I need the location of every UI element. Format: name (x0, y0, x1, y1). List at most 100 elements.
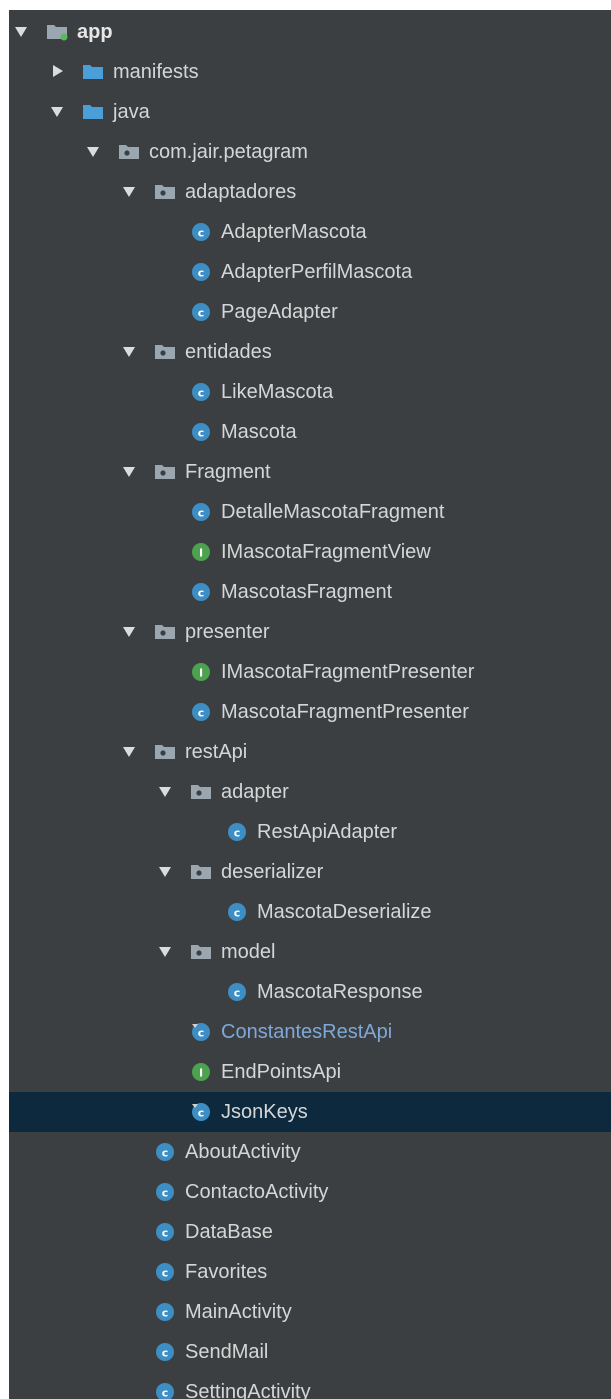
expand-arrow-down-icon[interactable] (155, 781, 177, 803)
package-icon (189, 781, 213, 803)
package-icon (189, 941, 213, 963)
class-icon: c (189, 381, 213, 403)
tree-node[interactable]: adapter (9, 772, 611, 812)
tree-node[interactable]: c DataBase (9, 1212, 611, 1252)
tree-node[interactable]: c Mascota (9, 412, 611, 452)
tree-node[interactable]: c AboutActivity (9, 1132, 611, 1172)
tree-node-label: SendMail (185, 1341, 269, 1363)
svg-text:c: c (198, 427, 205, 440)
tree-node[interactable]: c MascotaFragmentPresenter (9, 692, 611, 732)
expand-arrow-down-icon[interactable] (155, 861, 177, 883)
tree-node[interactable]: manifests (9, 52, 611, 92)
source-folder-icon (81, 61, 105, 83)
tree-node-label: ConstantesRestApi (221, 1021, 393, 1043)
tree-node-label: DataBase (185, 1221, 273, 1243)
package-icon (189, 861, 213, 883)
expand-arrow-down-icon[interactable] (119, 181, 141, 203)
expand-arrow-down-icon[interactable] (47, 101, 69, 123)
source-folder-icon (81, 101, 105, 123)
tree-node[interactable]: c LikeMascota (9, 372, 611, 412)
tree-node[interactable]: c ContactoActivity (9, 1172, 611, 1212)
tree-node[interactable]: c DetalleMascotaFragment (9, 492, 611, 532)
class-icon: c (189, 581, 213, 603)
expand-arrow-down-icon[interactable] (11, 21, 33, 43)
expand-arrow-down-icon[interactable] (119, 461, 141, 483)
svg-text:c: c (162, 1347, 169, 1360)
class-icon: c (189, 421, 213, 443)
collapse-arrow-right-icon[interactable] (47, 61, 69, 83)
tree-node[interactable]: presenter (9, 612, 611, 652)
expand-arrow-down-icon[interactable] (155, 941, 177, 963)
tree-node-label: entidades (185, 341, 272, 363)
expand-arrow-down-icon[interactable] (83, 141, 105, 163)
tree-node-label: presenter (185, 621, 270, 643)
tree-node-label: MascotaDeserialize (257, 901, 432, 923)
tree-node-label: AboutActivity (185, 1141, 301, 1163)
tree-node[interactable]: app (9, 12, 611, 52)
svg-text:c: c (162, 1267, 169, 1280)
package-icon (117, 141, 141, 163)
tree-node[interactable]: c Favorites (9, 1252, 611, 1292)
tree-node-label: JsonKeys (221, 1101, 308, 1123)
tree-node-label: deserializer (221, 861, 324, 883)
svg-text:I: I (199, 1067, 203, 1080)
tree-node-label: MascotasFragment (221, 581, 393, 603)
static-class-icon: c (189, 1101, 213, 1123)
tree-node[interactable]: I IMascotaFragmentView (9, 532, 611, 572)
tree-node-label: model (221, 941, 276, 963)
tree-node-label: Favorites (185, 1261, 268, 1283)
tree-node-label: IMascotaFragmentView (221, 541, 431, 563)
svg-text:c: c (162, 1227, 169, 1240)
tree-node[interactable]: c AdapterPerfilMascota (9, 252, 611, 292)
class-icon: c (153, 1261, 177, 1283)
tree-node[interactable]: c ConstantesRestApi (9, 1012, 611, 1052)
class-icon: c (225, 821, 249, 843)
svg-text:I: I (199, 547, 203, 560)
tree-node-label: java (113, 101, 150, 123)
interface-icon: I (189, 661, 213, 683)
svg-text:c: c (162, 1187, 169, 1200)
tree-node[interactable]: c PageAdapter (9, 292, 611, 332)
tree-node-label: DetalleMascotaFragment (221, 501, 445, 523)
tree-node[interactable]: c MascotaDeserialize (9, 892, 611, 932)
tree-node-label: ContactoActivity (185, 1181, 329, 1203)
tree-node[interactable]: I IMascotaFragmentPresenter (9, 652, 611, 692)
tree-node[interactable]: c JsonKeys (9, 1092, 611, 1132)
module-folder-icon (45, 21, 69, 43)
tree-node[interactable]: c SettingActivity (9, 1372, 611, 1399)
tree-node-label: adapter (221, 781, 289, 803)
project-tree-panel[interactable]: app manifests java com.jair.petagram adaptad… (9, 10, 611, 1399)
tree-node-label: manifests (113, 61, 199, 83)
tree-node[interactable]: c AdapterMascota (9, 212, 611, 252)
tree-node-label: IMascotaFragmentPresenter (221, 661, 475, 683)
package-icon (153, 741, 177, 763)
tree-node[interactable]: c SendMail (9, 1332, 611, 1372)
class-icon: c (189, 501, 213, 523)
tree-node[interactable]: deserializer (9, 852, 611, 892)
screenshot-viewport: app manifests java com.jair.petagram adaptad… (0, 0, 611, 1399)
tree-node[interactable]: model (9, 932, 611, 972)
expand-arrow-down-icon[interactable] (119, 741, 141, 763)
tree-node[interactable]: c RestApiAdapter (9, 812, 611, 852)
svg-text:c: c (162, 1387, 169, 1399)
tree-node[interactable]: I EndPointsApi (9, 1052, 611, 1092)
tree-node[interactable]: java (9, 92, 611, 132)
tree-node[interactable]: c MascotasFragment (9, 572, 611, 612)
package-icon (153, 461, 177, 483)
class-icon: c (153, 1341, 177, 1363)
tree-node[interactable]: Fragment (9, 452, 611, 492)
tree-node-label: AdapterMascota (221, 221, 367, 243)
tree-node[interactable]: adaptadores (9, 172, 611, 212)
expand-arrow-down-icon[interactable] (119, 341, 141, 363)
svg-text:c: c (198, 1107, 205, 1120)
tree-node[interactable]: entidades (9, 332, 611, 372)
tree-node[interactable]: com.jair.petagram (9, 132, 611, 172)
svg-text:c: c (198, 307, 205, 320)
class-icon: c (189, 701, 213, 723)
tree-node[interactable]: c MascotaResponse (9, 972, 611, 1012)
class-icon: c (225, 981, 249, 1003)
tree-node[interactable]: restApi (9, 732, 611, 772)
tree-node-label: app (77, 21, 113, 43)
tree-node[interactable]: c MainActivity (9, 1292, 611, 1332)
expand-arrow-down-icon[interactable] (119, 621, 141, 643)
